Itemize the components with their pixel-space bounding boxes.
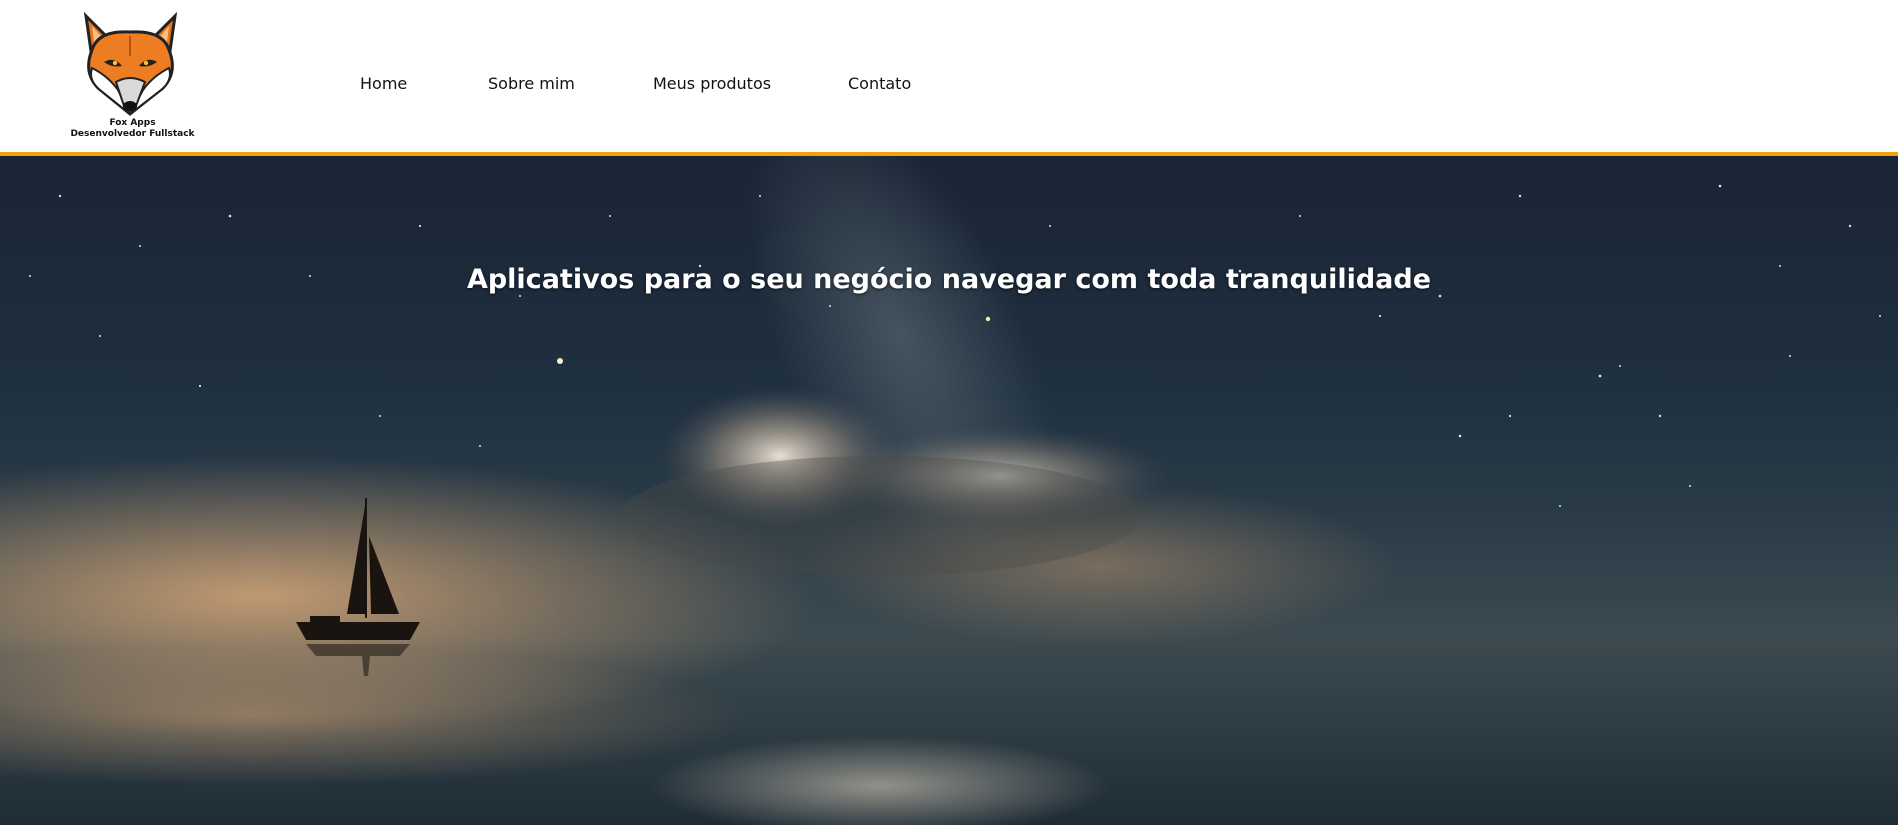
night-sea-sailboat-image	[0, 156, 1898, 825]
hero-section: Aplicativos para o seu negócio navegar c…	[0, 156, 1898, 825]
nav-item-sobre-mim[interactable]: Sobre mim	[488, 74, 575, 93]
nav-item-meus-produtos[interactable]: Meus produtos	[653, 74, 771, 93]
hero-title: Aplicativos para o seu negócio navegar c…	[466, 264, 1432, 296]
nav-item-home[interactable]: Home	[360, 74, 407, 93]
nav-item-contato[interactable]: Contato	[848, 74, 911, 93]
fox-head-icon	[83, 11, 178, 116]
brand-tagline: Desenvolvedor Fullstack	[70, 129, 195, 139]
brand-name: Fox Apps	[109, 118, 156, 128]
site-header: Fox Apps Desenvolvedor Fullstack Home So…	[0, 0, 1898, 156]
brand-text: Fox Apps Desenvolvedor Fullstack	[60, 118, 205, 140]
brand-logo[interactable]: Fox Apps Desenvolvedor Fullstack	[60, 10, 205, 144]
